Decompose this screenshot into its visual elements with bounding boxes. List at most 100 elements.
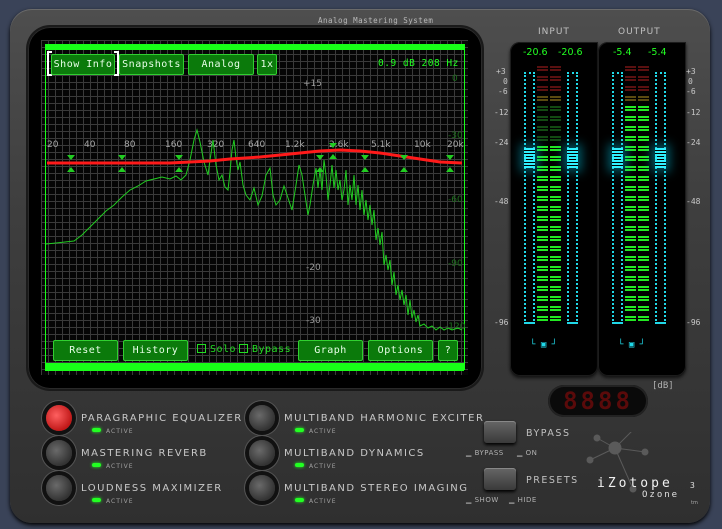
solo-checkbox[interactable]: Solo (197, 344, 236, 355)
band-handle-down[interactable] (316, 155, 324, 160)
meter-segment (625, 149, 636, 151)
eq-curve[interactable] (47, 148, 463, 165)
meter-segment (638, 106, 649, 108)
bypass-button[interactable] (484, 421, 516, 443)
meter-segment (638, 99, 649, 101)
band-handle-down[interactable] (361, 155, 369, 160)
meter-segment (625, 69, 636, 71)
graph-button[interactable]: Graph (298, 340, 363, 361)
band-handle-up[interactable] (67, 167, 75, 172)
meter-segment (625, 256, 636, 258)
meter-segment (625, 206, 636, 208)
module-button-mastering-reverb[interactable] (46, 440, 72, 466)
meter-segment (537, 69, 548, 71)
meter-segment (638, 209, 649, 211)
band-handle-down[interactable] (446, 155, 454, 160)
module-active-indicator[interactable]: ACTIVE (295, 428, 337, 435)
meter-segment (537, 106, 548, 108)
meter-segment (625, 306, 636, 308)
brand-name: iZotope (597, 476, 673, 491)
meter-segment (537, 216, 548, 218)
meter-segment (625, 236, 636, 238)
meter-segment (550, 239, 561, 241)
meter-segment (625, 269, 636, 271)
module-button-paragraphic-equalizer[interactable] (46, 405, 72, 431)
meter-segment (537, 186, 548, 188)
meter-segment (537, 316, 548, 318)
meter-segment (625, 89, 636, 91)
module-active-indicator[interactable]: ACTIVE (295, 498, 337, 505)
history-button[interactable]: History (123, 340, 188, 361)
band-handle-down[interactable] (175, 155, 183, 160)
meter-segment (550, 156, 561, 158)
meter-segment (537, 146, 548, 148)
module-button-multiband-dynamics[interactable] (249, 440, 275, 466)
meter-segment (638, 226, 649, 228)
options-button[interactable]: Options (368, 340, 433, 361)
meter-segment (537, 226, 548, 228)
meter-segment (625, 276, 636, 278)
meter-segment (625, 229, 636, 231)
meter-segment (537, 76, 548, 78)
meter-segment (625, 106, 636, 108)
presets-option-show[interactable]: ▁ SHOW (466, 496, 499, 504)
band-handle-up[interactable] (316, 167, 324, 172)
output-link-icon[interactable]: └ ▣ ┘ (618, 340, 645, 350)
band-handle-up[interactable] (400, 167, 408, 172)
band-handle-up[interactable] (118, 167, 126, 172)
presets-option-hide[interactable]: ▁ HIDE (509, 496, 537, 504)
meter-segment (638, 246, 649, 248)
bypass-checkbox[interactable]: Bypass (239, 344, 291, 355)
meter-segment (537, 119, 548, 121)
meter-segment (638, 229, 649, 231)
meter-segment (550, 289, 561, 291)
module-active-indicator[interactable]: ACTIVE (92, 428, 134, 435)
meter-segment (625, 126, 636, 128)
help-button[interactable]: ? (438, 340, 458, 361)
meter-scale-label: 0 (503, 77, 508, 86)
module-button-multiband-stereo-imaging[interactable] (249, 475, 275, 501)
meter-segment (638, 199, 649, 201)
band-handle-down[interactable] (118, 155, 126, 160)
module-active-indicator[interactable]: ACTIVE (92, 463, 134, 470)
module-status: ACTIVE (106, 498, 134, 505)
band-handle-up[interactable] (175, 167, 183, 172)
module-button-multiband-harmonic-exciter[interactable] (249, 405, 275, 431)
bypass-option-on[interactable]: ▁ ON (517, 449, 537, 457)
band-handle-down[interactable] (329, 143, 337, 148)
solo-label: Solo (210, 344, 237, 355)
meter-segment (537, 296, 548, 298)
meter-segment (550, 276, 561, 278)
meter-segment (550, 189, 561, 191)
module-button-loudness-maximizer[interactable] (46, 475, 72, 501)
bypass-option-bypass[interactable]: ▁ BYPASS (466, 449, 504, 457)
presets-button[interactable] (484, 468, 516, 490)
module-name: MULTIBAND STEREO IMAGING (284, 483, 469, 494)
input-link-icon[interactable]: └ ▣ ┘ (530, 340, 557, 350)
meter-segment (537, 96, 548, 98)
input-right-peak (567, 148, 578, 168)
meter-segment (638, 299, 649, 301)
checkbox-box[interactable] (197, 344, 206, 353)
meter-segment (638, 236, 649, 238)
reset-button[interactable]: Reset (53, 340, 118, 361)
meter-segment (638, 316, 649, 318)
meter-segment (537, 86, 548, 88)
meter-segment (638, 109, 649, 111)
checkbox-box[interactable] (239, 344, 248, 353)
meter-segment (537, 229, 548, 231)
band-handle-up[interactable] (446, 167, 454, 172)
meter-segment (550, 119, 561, 121)
module-active-indicator[interactable]: ACTIVE (295, 463, 337, 470)
meter-segment (550, 129, 561, 131)
meter-segment (537, 149, 548, 151)
band-handle-up[interactable] (361, 167, 369, 172)
meter-segment (550, 66, 561, 68)
meter-segment (550, 139, 561, 141)
active-led-icon (295, 498, 304, 502)
meter-segment (537, 299, 548, 301)
module-active-indicator[interactable]: ACTIVE (92, 498, 134, 505)
band-handle-down[interactable] (67, 155, 75, 160)
band-handle-up[interactable] (329, 154, 337, 159)
module-name: MULTIBAND HARMONIC EXCITER (284, 413, 485, 424)
